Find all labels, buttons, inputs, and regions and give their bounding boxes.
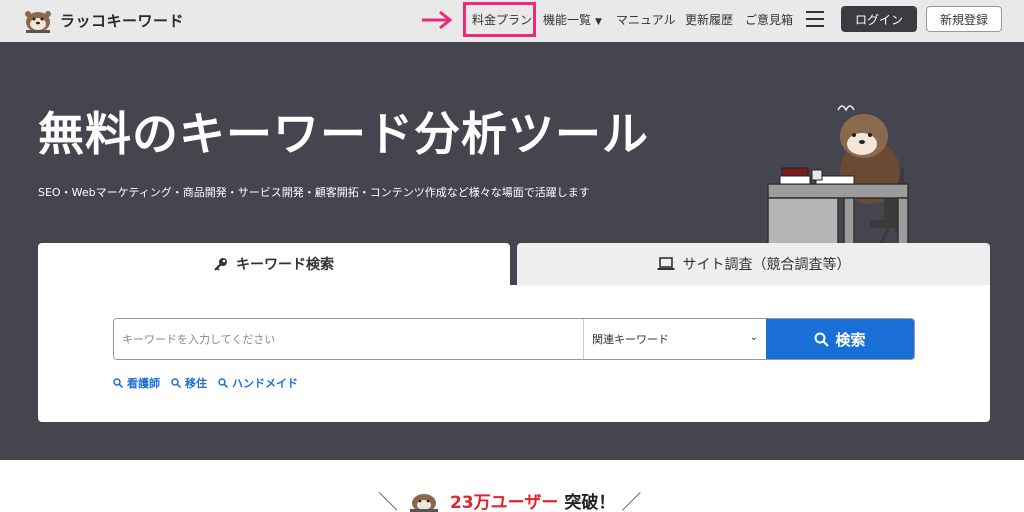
suggestion-link[interactable]: 看護師	[113, 375, 160, 391]
hamburger-menu-icon[interactable]	[806, 11, 824, 27]
page-title: 無料のキーワード分析ツール	[38, 107, 649, 161]
nav-feedback[interactable]: ご意見箱	[745, 11, 793, 28]
suggestion-link[interactable]: ハンドメイド	[218, 375, 298, 391]
otter-at-desk-illustration	[767, 105, 909, 263]
tab-site-label: サイト調査（競合調査等）	[682, 257, 851, 273]
search-button[interactable]: 検索	[766, 319, 914, 359]
hero-subtitle: SEO・Webマーケティング・商品開発・サービス開発・顧客開拓・コンテンツ作成な…	[38, 186, 590, 199]
tab-site-research[interactable]: サイト調査（競合調査等）	[517, 243, 990, 285]
register-button[interactable]: 新規登録	[926, 6, 1002, 32]
arrow-right-icon	[422, 10, 453, 30]
otter-mascot-icon	[410, 493, 438, 512]
users-suffix: 突破！	[564, 493, 616, 512]
nav-pricing[interactable]: 料金プラン	[472, 11, 532, 28]
hero-section: 無料のキーワード分析ツール SEO・Webマーケティング・商品開発・サービス開発…	[0, 42, 1024, 460]
nav-manual[interactable]: マニュアル	[616, 11, 676, 28]
search-type-value: 関連キーワード	[592, 333, 669, 346]
search-box: 関連キーワード ⌄ 検索	[113, 318, 915, 360]
login-button[interactable]: ログイン	[841, 6, 917, 32]
search-icon	[814, 332, 830, 347]
logo[interactable]: ラッコキーワード	[22, 6, 184, 34]
users-count: 23万ユーザー	[450, 493, 559, 512]
laptop-icon	[657, 257, 674, 270]
suggestion-label: 看護師	[127, 377, 160, 390]
site-header: ラッコキーワード 料金プラン 機能一覧 ▼ マニュアル 更新履歴 ご意見箱 ログイ…	[0, 0, 1024, 42]
suggestion-label: ハンドメイド	[232, 377, 298, 390]
suggestion-link[interactable]: 移住	[171, 375, 207, 391]
search-input[interactable]	[114, 319, 584, 359]
chevron-down-icon: ▼	[595, 17, 602, 27]
search-type-select[interactable]: 関連キーワード ⌄	[584, 319, 766, 359]
nav-features[interactable]: 機能一覧 ▼	[543, 11, 602, 28]
decor-slash-left: ＼	[378, 490, 398, 512]
search-icon	[113, 378, 123, 388]
search-button-label: 検索	[835, 330, 866, 349]
logo-text: ラッコキーワード	[60, 11, 185, 30]
otter-logo-icon	[25, 11, 51, 33]
users-line: ＼ 23万ユーザー 突破！ ／	[378, 486, 641, 512]
decor-slash-right: ／	[621, 490, 642, 512]
suggestion-label: 移住	[185, 377, 207, 390]
chevron-down-icon: ⌄	[749, 332, 758, 343]
search-panel: 関連キーワード ⌄ 検索 看護師 移住 ハンドメイド	[38, 285, 990, 422]
tab-keyword-label: キーワード検索	[236, 257, 334, 273]
search-icon	[171, 378, 181, 388]
nav-history[interactable]: 更新履歴	[685, 11, 733, 28]
users-banner: ＼ 23万ユーザー 突破！ ／	[0, 460, 1024, 512]
tab-keyword-search[interactable]: キーワード検索	[38, 243, 510, 285]
search-icon	[218, 378, 228, 388]
nav-features-label: 機能一覧	[543, 13, 592, 27]
key-icon	[214, 258, 227, 271]
